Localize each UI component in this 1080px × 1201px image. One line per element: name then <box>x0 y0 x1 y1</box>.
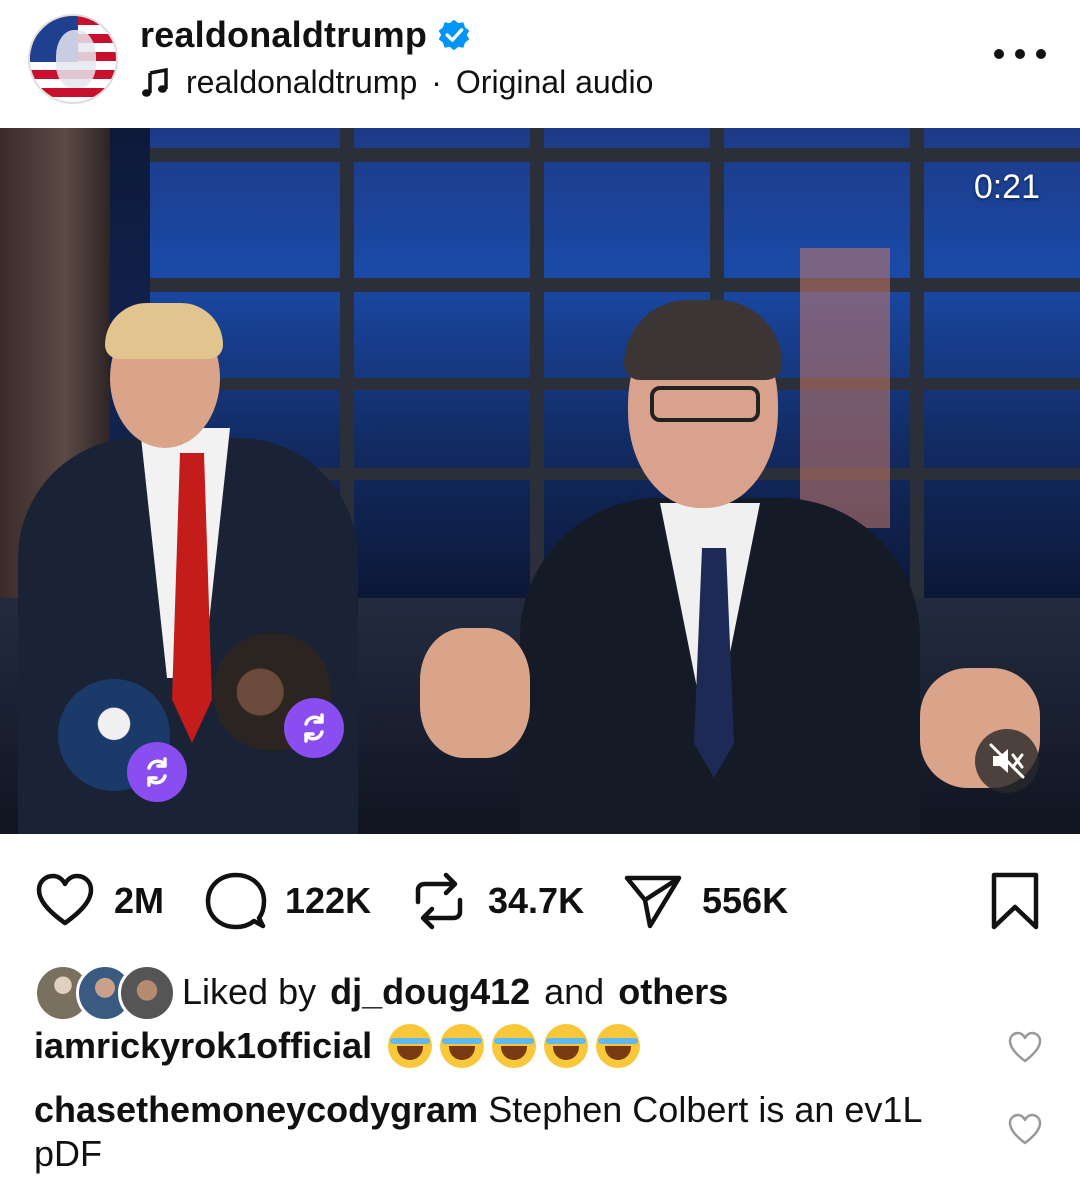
audio-separator: · <box>431 64 442 100</box>
repost-icon <box>304 713 324 743</box>
repost-badge <box>127 742 187 802</box>
repost-count: 34.7K <box>488 880 585 921</box>
audio-row[interactable]: realdonaldtrump · Original audio <box>140 64 653 101</box>
heart-icon <box>36 873 94 926</box>
share-icon <box>624 875 682 929</box>
audio-label: Original audio <box>455 64 654 100</box>
repost-icon <box>415 872 463 930</box>
comment-icon <box>205 872 267 930</box>
profile-avatar[interactable] <box>28 14 118 104</box>
like-button[interactable]: 2M <box>34 870 164 932</box>
music-note-icon <box>142 67 168 97</box>
comment-button[interactable]: 122K <box>205 870 371 932</box>
share-count: 556K <box>702 880 789 921</box>
username[interactable]: realdonaldtrump <box>140 14 427 56</box>
liked-by-others[interactable]: others <box>618 971 728 1013</box>
laughing-emoji-icon <box>492 1024 537 1068</box>
mute-button[interactable] <box>975 729 1039 793</box>
repost-badge <box>284 698 344 758</box>
left-person-hair <box>105 303 223 359</box>
liker-avatar <box>118 964 176 1022</box>
right-person-left-hand <box>420 628 530 758</box>
comment-item: chasethemoneycodygram Stephen Colbert is… <box>34 1088 974 1176</box>
comment-item: iamrickyrok1official <box>34 1024 974 1068</box>
action-bar: 2M 122K 34.7K 556K <box>0 834 1080 964</box>
video-player[interactable]: 0:21 <box>0 128 1080 834</box>
more-icon[interactable] <box>994 44 1046 64</box>
liked-by-prefix: Liked by <box>182 971 317 1012</box>
username-row: realdonaldtrump <box>140 14 471 56</box>
liked-by-user[interactable]: dj_doug412 <box>330 971 530 1013</box>
liked-by-middle: and <box>544 971 605 1012</box>
avatar-face <box>56 30 96 88</box>
comment-like-heart-icon[interactable] <box>1007 1030 1043 1066</box>
laughing-emoji-icon <box>388 1024 433 1068</box>
video-building <box>800 248 890 528</box>
comment-username[interactable]: chasethemoneycodygram <box>34 1089 478 1130</box>
audio-owner: realdonaldtrump <box>186 64 418 100</box>
repost-button[interactable]: 34.7K <box>408 870 584 932</box>
share-button[interactable]: 556K <box>622 870 788 932</box>
verified-icon <box>438 19 470 51</box>
comment-like-heart-icon[interactable] <box>1007 1112 1043 1148</box>
comment-emojis <box>388 1024 641 1068</box>
right-person-glasses <box>650 386 760 422</box>
laughing-emoji-icon <box>440 1024 485 1068</box>
post-header: realdonaldtrump realdonaldtrump · Origin… <box>0 0 1080 128</box>
like-count: 2M <box>114 880 165 921</box>
liked-by-avatars <box>34 964 176 1022</box>
liked-by-row[interactable]: Liked by dj_doug412 and others <box>34 964 728 1022</box>
laughing-emoji-icon <box>596 1024 641 1068</box>
bookmark-icon[interactable] <box>984 870 1046 932</box>
repost-icon <box>147 757 167 787</box>
video-timestamp: 0:21 <box>973 168 1040 206</box>
laughing-emoji-icon <box>544 1024 589 1068</box>
comment-username[interactable]: iamrickyrok1official <box>34 1024 372 1068</box>
mute-icon <box>989 743 1025 779</box>
comment-count: 122K <box>285 880 372 921</box>
